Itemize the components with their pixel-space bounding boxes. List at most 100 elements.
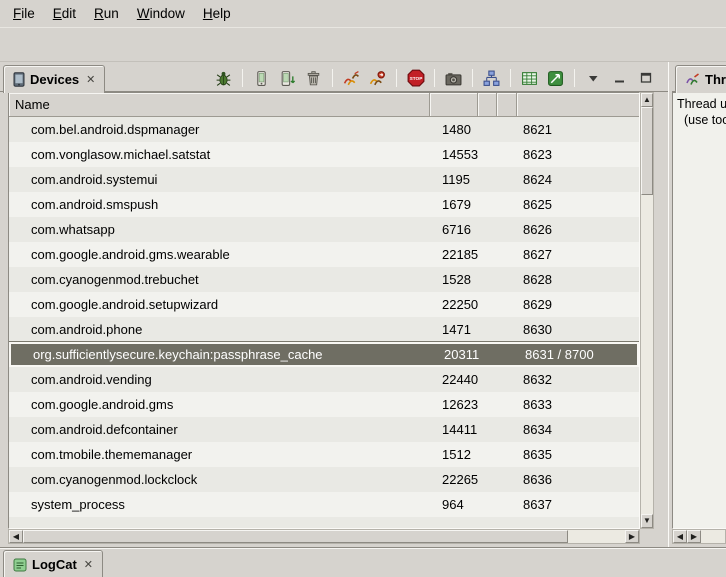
tab-devices[interactable]: Devices ✕ — [3, 65, 105, 93]
threads-panel: Threads Thread updates not enabled for s… — [672, 62, 726, 547]
process-pid: 22250 — [430, 297, 478, 312]
process-port: 8623 — [517, 147, 639, 162]
process-pid: 1195 — [430, 172, 478, 187]
table-row[interactable]: com.android.phone 1471 8630 — [9, 317, 639, 342]
devices-table-area: Name com.bel.android.dspmanager 1480 862… — [8, 92, 654, 544]
left-arrow-icon: ◀ — [677, 533, 683, 541]
minimize-icon[interactable] — [609, 68, 630, 89]
table-row[interactable]: com.android.defcontainer 14411 8634 — [9, 417, 639, 442]
table-row[interactable]: com.cyanogenmod.trebuchet 1528 8628 — [9, 267, 639, 292]
logcat-icon — [13, 558, 27, 572]
process-pid: 22440 — [430, 372, 478, 387]
column-header-col1[interactable] — [430, 93, 478, 117]
systrace-icon[interactable] — [519, 68, 540, 89]
process-pid: 12623 — [430, 397, 478, 412]
process-pid: 1679 — [430, 197, 478, 212]
table-row[interactable]: com.google.android.setupwizard 22250 862… — [9, 292, 639, 317]
horizontal-scrollbar-thumb[interactable] — [23, 530, 568, 543]
column-header-col3[interactable] — [497, 93, 517, 117]
threads-icon — [685, 72, 700, 87]
threads-content: Thread updates not enabled for selected … — [672, 92, 726, 529]
menu-file[interactable]: File — [4, 2, 44, 25]
svg-text:STOP: STOP — [409, 76, 422, 82]
process-pid: 22265 — [430, 472, 478, 487]
menu-help[interactable]: Help — [194, 2, 240, 25]
process-name: com.vonglasow.michael.satstat — [9, 147, 430, 162]
main-toolbar — [0, 27, 726, 62]
table-row[interactable]: com.android.smspush 1679 8625 — [9, 192, 639, 217]
view-hierarchy-icon[interactable] — [481, 68, 502, 89]
process-pid: 6716 — [430, 222, 478, 237]
right-arrow-icon: ▶ — [691, 533, 697, 541]
tab-threads[interactable]: Threads — [675, 65, 726, 93]
threads-horizontal-scrollbar[interactable]: ◀ ▶ — [672, 529, 726, 544]
right-arrow-icon: ▶ — [629, 533, 635, 541]
table-row[interactable]: com.cyanogenmod.lockclock 22265 8636 — [9, 467, 639, 492]
threads-scroll-left-button[interactable]: ◀ — [673, 530, 687, 543]
start-method-profiling-icon[interactable] — [367, 68, 388, 89]
update-threads-icon[interactable] — [341, 68, 362, 89]
device-table: Name com.bel.android.dspmanager 1480 862… — [8, 92, 640, 529]
table-row[interactable]: com.vonglasow.michael.satstat 14553 8623 — [9, 142, 639, 167]
table-row[interactable]: com.bel.android.dspmanager 1480 8621 — [9, 117, 639, 142]
menu-edit[interactable]: Edit — [44, 2, 85, 25]
column-header-col4[interactable] — [517, 93, 639, 117]
scroll-down-button[interactable]: ▼ — [641, 514, 653, 528]
column-header-col2[interactable] — [478, 93, 497, 117]
threads-tabbar: Threads — [672, 62, 726, 92]
tab-logcat[interactable]: LogCat ✕ — [3, 550, 103, 577]
process-pid: 14553 — [430, 147, 478, 162]
stop-process-icon[interactable]: STOP — [405, 68, 426, 89]
process-name: system_process — [9, 497, 430, 512]
process-name: org.sufficientlysecure.keychain:passphra… — [11, 347, 432, 362]
left-arrow-icon: ◀ — [13, 533, 19, 541]
close-icon[interactable]: ✕ — [86, 73, 95, 86]
threads-message: Thread updates not enabled for selected … — [677, 96, 726, 128]
table-row[interactable]: com.android.vending 22440 8632 — [9, 367, 639, 392]
process-pid: 20311 — [432, 347, 480, 362]
menu-run[interactable]: Run — [85, 2, 128, 25]
table-row[interactable]: com.tmobile.thememanager 1512 8635 — [9, 442, 639, 467]
table-row[interactable]: com.google.android.gms.wearable 22185 86… — [9, 242, 639, 267]
view-menu-icon[interactable] — [583, 68, 604, 89]
vertical-scrollbar[interactable]: ▲ ▼ — [640, 92, 654, 529]
process-name: com.android.phone — [9, 322, 430, 337]
screen-capture-icon[interactable] — [443, 68, 464, 89]
horizontal-scrollbar[interactable]: ◀ ▶ — [8, 529, 640, 544]
table-row[interactable]: system_process 964 8637 — [9, 492, 639, 517]
scroll-right-button[interactable]: ▶ — [625, 530, 639, 543]
process-pid: 14411 — [430, 422, 478, 437]
scroll-up-button[interactable]: ▲ — [641, 93, 653, 107]
table-row[interactable]: com.google.android.gms 12623 8633 — [9, 392, 639, 417]
maximize-icon[interactable] — [635, 68, 656, 89]
process-pid: 1528 — [430, 272, 478, 287]
vertical-scrollbar-thumb[interactable] — [641, 107, 653, 195]
dump-hprof-icon[interactable] — [277, 68, 298, 89]
process-name: com.bel.android.dspmanager — [9, 122, 430, 137]
threads-scroll-right-button[interactable]: ▶ — [687, 530, 701, 543]
opengl-trace-icon[interactable] — [545, 68, 566, 89]
process-port: 8632 — [517, 372, 639, 387]
table-row[interactable]: org.sufficientlysecure.keychain:passphra… — [9, 342, 639, 367]
close-icon[interactable]: ✕ — [84, 558, 93, 571]
process-pid: 964 — [430, 497, 478, 512]
process-port: 8636 — [517, 472, 639, 487]
process-pid: 22185 — [430, 247, 478, 262]
update-heap-icon[interactable] — [251, 68, 272, 89]
process-pid: 1512 — [430, 447, 478, 462]
process-port: 8626 — [517, 222, 639, 237]
scrollbar-corner — [640, 529, 654, 544]
process-port: 8621 — [517, 122, 639, 137]
cause-gc-icon[interactable] — [303, 68, 324, 89]
scroll-left-button[interactable]: ◀ — [9, 530, 23, 543]
table-row[interactable]: com.whatsapp 6716 8626 — [9, 217, 639, 242]
debug-process-icon[interactable] — [213, 68, 234, 89]
column-header-name[interactable]: Name — [9, 93, 430, 117]
process-port: 8637 — [517, 497, 639, 512]
table-row[interactable]: com.android.systemui 1195 8624 — [9, 167, 639, 192]
menu-window[interactable]: Window — [128, 2, 194, 25]
process-port: 8624 — [517, 172, 639, 187]
process-name: com.google.android.setupwizard — [9, 297, 430, 312]
toolbar-separator — [242, 69, 243, 87]
process-pid: 1471 — [430, 322, 478, 337]
